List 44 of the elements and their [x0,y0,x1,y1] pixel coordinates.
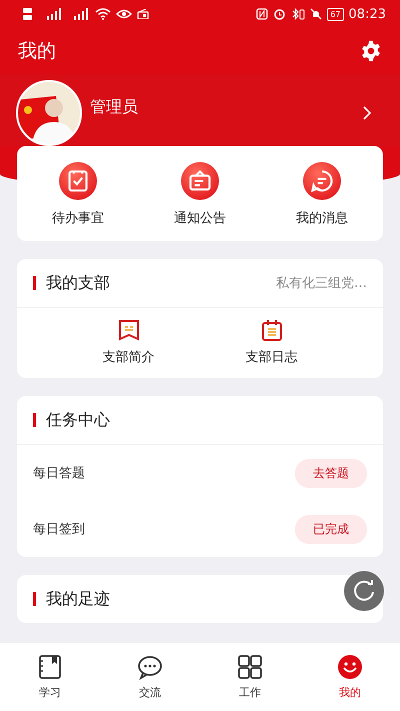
tab-item[interactable]: 我的 [315,654,385,700]
task-name: 每日签到 [33,521,85,538]
branch-name: 私有化三组党… [276,275,367,292]
settings-icon[interactable] [360,40,382,62]
status-time: 08:23 [348,6,386,22]
section-marker [33,413,36,427]
bookmark-icon[interactable] [116,318,140,342]
tab-item[interactable]: 工作 [215,654,285,700]
book-icon [37,654,63,680]
section-title: 任务中心 [46,410,111,430]
battery-level: 67 [330,10,341,18]
profile-row[interactable]: 管理员 [0,74,400,146]
section-title: 我的足迹 [46,588,111,610]
tab-item[interactable]: 交流 [115,654,185,700]
bluetooth-icon [291,8,306,20]
chevron-right-icon [362,105,372,121]
page-title: 我的 [18,39,56,64]
eye-icon [116,9,132,19]
alarm-icon [273,8,286,20]
section-marker [33,592,36,606]
action-label[interactable]: 我的消息 [296,209,348,227]
user-name: 管理员 [90,96,139,118]
bell-off-icon [310,8,322,20]
smiley-icon [337,654,363,680]
branch-link[interactable]: 支部简介 [102,348,154,366]
tab-item[interactable]: 学习 [15,654,85,700]
nfc-icon [256,8,268,20]
message-icon[interactable] [303,162,341,200]
task-button[interactable]: 去答题 [295,458,367,488]
chat-bubble-icon [137,654,163,680]
section-title: 我的支部 [46,272,111,294]
action-label[interactable]: 待办事宜 [52,209,104,227]
grid-icon [237,654,263,680]
branch-link[interactable]: 支部日志 [246,348,298,366]
section-marker [33,276,36,290]
notice-icon[interactable] [181,162,219,200]
task-name: 每日答题 [33,465,85,482]
action-label[interactable]: 通知公告 [174,209,226,227]
calendar-icon[interactable] [260,318,284,342]
wifi-icon [95,8,111,20]
task-button[interactable]: 已完成 [295,514,367,544]
refresh-icon[interactable] [344,571,384,611]
todo-icon[interactable] [59,162,97,200]
radio-icon [137,9,149,19]
